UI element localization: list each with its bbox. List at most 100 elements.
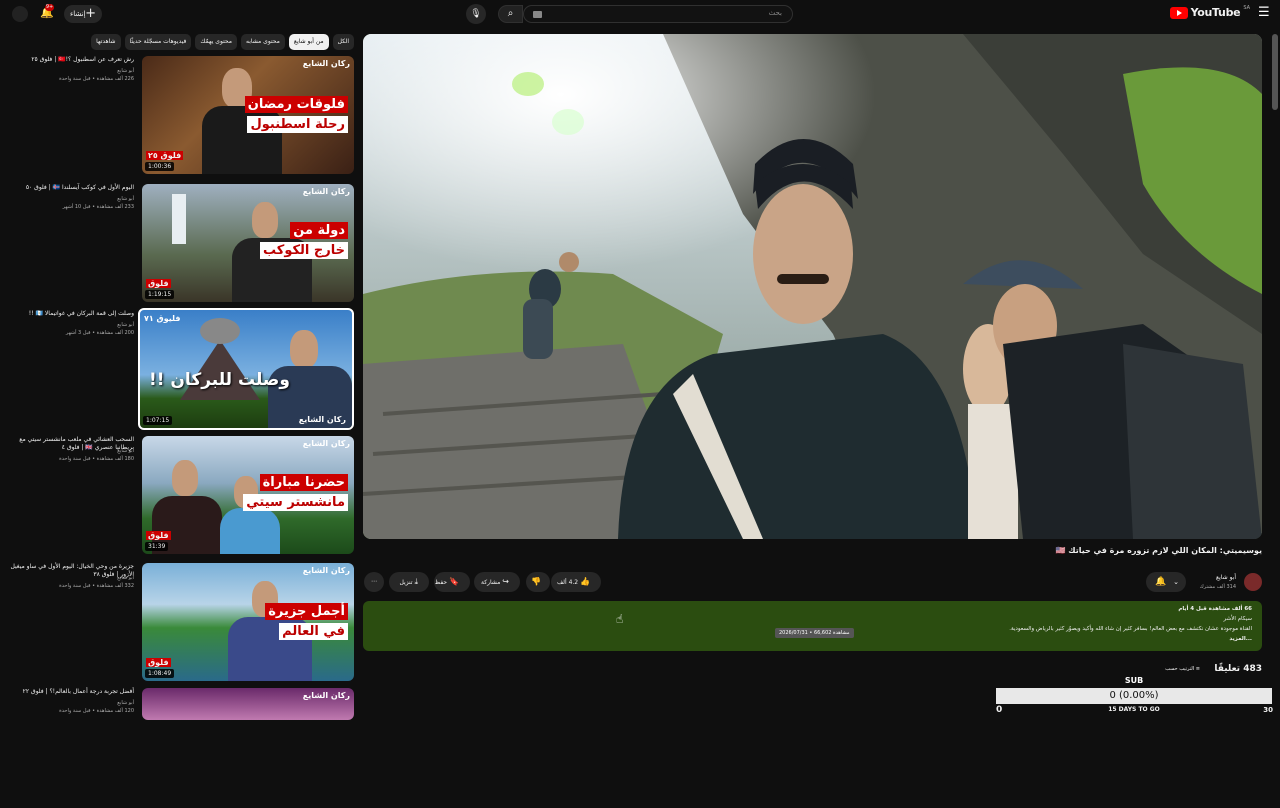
channel-avatar[interactable] [1244, 573, 1262, 591]
like-button[interactable]: 👍 4.2 ألف [551, 572, 601, 592]
chip-recent[interactable]: فيديوهات مسجّلة حديثًا [124, 34, 192, 50]
top-bar: ☰ YouTube SA بحث ⌕ 🎙 إنشاء + 🔔 9+ [0, 0, 1280, 28]
share-button[interactable]: ↪ مشاركة [474, 572, 520, 592]
video-thumbnail[interactable]: ركان الشايع أجمل جزيرة في العالم فلوق 1:… [142, 563, 354, 681]
thumb-brand: ركان الشايع [302, 691, 350, 700]
thumb-person [252, 202, 278, 238]
search-input[interactable]: بحث [523, 5, 793, 23]
video-thumbnail[interactable]: ركان الشايع دولة من خارج الكوكب فلوق 1:1… [142, 184, 354, 302]
chip-all[interactable]: الكل [332, 34, 354, 50]
search-placeholder: بحث [768, 9, 782, 17]
related-title[interactable]: اليوم الأول في كوكب آيسلندا 🇮🇸 | فلوق ٥٠ [10, 184, 134, 192]
youtube-logo[interactable]: YouTube SA [1169, 5, 1250, 19]
sort-icon: ≡ [1195, 666, 1200, 672]
related-title[interactable]: جزيرة من وحي الخيال: اليوم الأول في ساو … [10, 563, 134, 579]
related-channel[interactable]: أبو شايع [117, 68, 134, 74]
subscribed-bell-button[interactable]: 🔔 ⌄ [1146, 572, 1186, 592]
save-label: حفظ [434, 579, 448, 586]
duration-badge: 1:08:49 [145, 669, 175, 678]
related-video-item[interactable]: ركان الشايع حضرنا مباراة مانشستر سيتي فل… [12, 436, 354, 556]
notification-badge: 9+ [45, 4, 54, 11]
related-title[interactable]: رش تعرف عن اسطنبول ؟!🇹🇷 | فلوق ٢٥ [10, 56, 134, 64]
thumb-episode: فلوق [146, 658, 171, 667]
bookmark-icon: 🔖 [449, 577, 459, 586]
search-button[interactable]: ⌕ [498, 5, 523, 23]
microphone-icon: 🎙 [470, 9, 482, 19]
thumb-caption: دولة من [290, 222, 348, 239]
sub-progress-bar: 0 (0.00%) [996, 688, 1272, 704]
related-channel[interactable]: أبو شايع [117, 196, 134, 202]
description-line: سيكام الأشر [1223, 616, 1252, 622]
related-channel[interactable]: أبو شايع [117, 575, 134, 581]
plus-icon: + [85, 6, 96, 21]
views-tooltip: 2026/07/31 • 66,602 مشاهدة [775, 628, 854, 638]
chip-from-channel[interactable]: من أبو شايع [288, 34, 329, 50]
related-video-item[interactable]: ركان الشايع أجمل جزيرة في العالم فلوق 1:… [10, 563, 354, 683]
mouse-cursor-icon: ☝ [616, 612, 624, 626]
more-horizontal-icon: ⋯ [371, 578, 377, 585]
thumb-brand: ركان الشايع [298, 415, 346, 424]
chip-watched[interactable]: شاهدتها [91, 34, 121, 50]
thumbs-down-icon: 👎 [531, 577, 541, 586]
thumb-brand: ركان الشايع [302, 439, 350, 448]
thumb-episode: فلوق [146, 531, 171, 540]
thumb-episode: فلوق ٢٥ [146, 151, 184, 160]
voice-search-button[interactable]: 🎙 [466, 4, 486, 24]
related-title[interactable]: السحب العشائي في ملعب مانشستر سيتي مع بر… [10, 436, 134, 452]
related-video-item[interactable]: ركان الشايع أفضل تجربة درجة أعمال بالعال… [12, 688, 354, 808]
thumb-caption: في العالم [279, 623, 348, 640]
account-avatar[interactable] [12, 6, 28, 22]
logo-text: YouTube [1190, 6, 1241, 19]
related-meta: 332 ألف مشاهدة • قبل سنة واحدة [59, 583, 134, 589]
duration-badge: 1:07:15 [143, 416, 173, 425]
channel-name[interactable]: أبو شايع [1216, 574, 1236, 581]
dislike-button[interactable]: 👎 [526, 572, 550, 592]
page-scrollbar[interactable] [1272, 34, 1278, 110]
related-title[interactable]: أفضل تجربة درجة أعمال بالعالم!؟ | فلوق ٢… [10, 688, 134, 696]
save-button[interactable]: 🔖 حفظ [434, 572, 470, 592]
description-more-link[interactable]: ...المزيد [1229, 636, 1252, 642]
thumb-caption: أجمل جزيرة [265, 603, 348, 620]
like-count: 4.2 ألف [556, 579, 579, 586]
sort-comments-button[interactable]: ≡ الترتيب حسب [1165, 666, 1200, 672]
more-actions-button[interactable]: ⋯ [364, 572, 384, 592]
related-channel[interactable]: أبو شايع [117, 700, 134, 706]
related-video-item[interactable]: ركان الشايع فلوقات رمضان رحلة اسطنبول فل… [12, 56, 354, 176]
chip-for-you[interactable]: محتوى يهمّك [195, 34, 237, 50]
download-button[interactable]: ⤓ تنزيل [389, 572, 429, 592]
description-box[interactable]: 66 ألف مشاهدة قبل 4 أيام سيكام الأشر الق… [363, 601, 1262, 651]
share-label: مشاركة [481, 579, 501, 586]
description-line: القناة موجودة عشان نكتشف مع بعض العالم! … [1009, 626, 1252, 632]
subscriber-goal-widget: SUB 0 (0.00%) 0 15 DAYS TO GO 30 [995, 676, 1273, 720]
share-icon: ↪ [502, 577, 509, 586]
related-meta: 200 ألف مشاهدة • قبل 3 أشهر [65, 330, 134, 336]
keyboard-icon[interactable] [533, 11, 542, 18]
sub-goal-label: SUB [1124, 676, 1144, 685]
related-video-item[interactable]: فليوق ٧١ وصلت للبركان !! ركان الشايع 1:0… [10, 308, 354, 430]
related-title[interactable]: وصلت إلى قمة البركان في غواتيمالا 🇬🇹 !! [10, 310, 134, 318]
related-meta: 120 ألف مشاهدة • قبل سنة واحدة [59, 708, 134, 714]
video-player[interactable] [363, 34, 1262, 539]
video-frame [363, 34, 1262, 539]
thumb-brand: ركان الشايع [302, 187, 350, 196]
video-thumbnail[interactable]: ركان الشايع حضرنا مباراة مانشستر سيتي فل… [142, 436, 354, 554]
video-thumbnail[interactable]: ركان الشايع فلوقات رمضان رحلة اسطنبول فل… [142, 56, 354, 174]
related-video-item[interactable]: ركان الشايع دولة من خارج الكوكب فلوق 1:1… [12, 184, 354, 304]
youtube-play-icon [1169, 6, 1188, 19]
thumb-caption: رحلة اسطنبول [247, 116, 348, 133]
chip-similar[interactable]: محتوى مشابه [240, 34, 285, 50]
related-channel[interactable]: أبو شايع [117, 322, 134, 328]
description-stats: 66 ألف مشاهدة قبل 4 أيام [1178, 606, 1252, 612]
create-button[interactable]: إنشاء + [64, 5, 102, 23]
thumb-caption: حضرنا مباراة [259, 474, 348, 491]
thumb-caption: وصلت للبركان !! [149, 370, 290, 390]
sort-label: الترتيب حسب [1165, 666, 1195, 672]
related-meta: 226 ألف مشاهدة • قبل سنة واحدة [59, 76, 134, 82]
video-thumbnail[interactable]: ركان الشايع [142, 688, 354, 720]
related-meta: 180 ألف مشاهدة • قبل سنة واحدة [59, 456, 134, 462]
video-thumbnail-hovered[interactable]: فليوق ٧١ وصلت للبركان !! ركان الشايع 1:0… [138, 308, 354, 430]
hamburger-menu-icon[interactable]: ☰ [1258, 6, 1272, 20]
sub-goal-max: 30 [1263, 706, 1273, 714]
subscriber-count: 314 ألف مشترك [1199, 584, 1236, 590]
related-channel[interactable]: أبو شايع [117, 448, 134, 454]
